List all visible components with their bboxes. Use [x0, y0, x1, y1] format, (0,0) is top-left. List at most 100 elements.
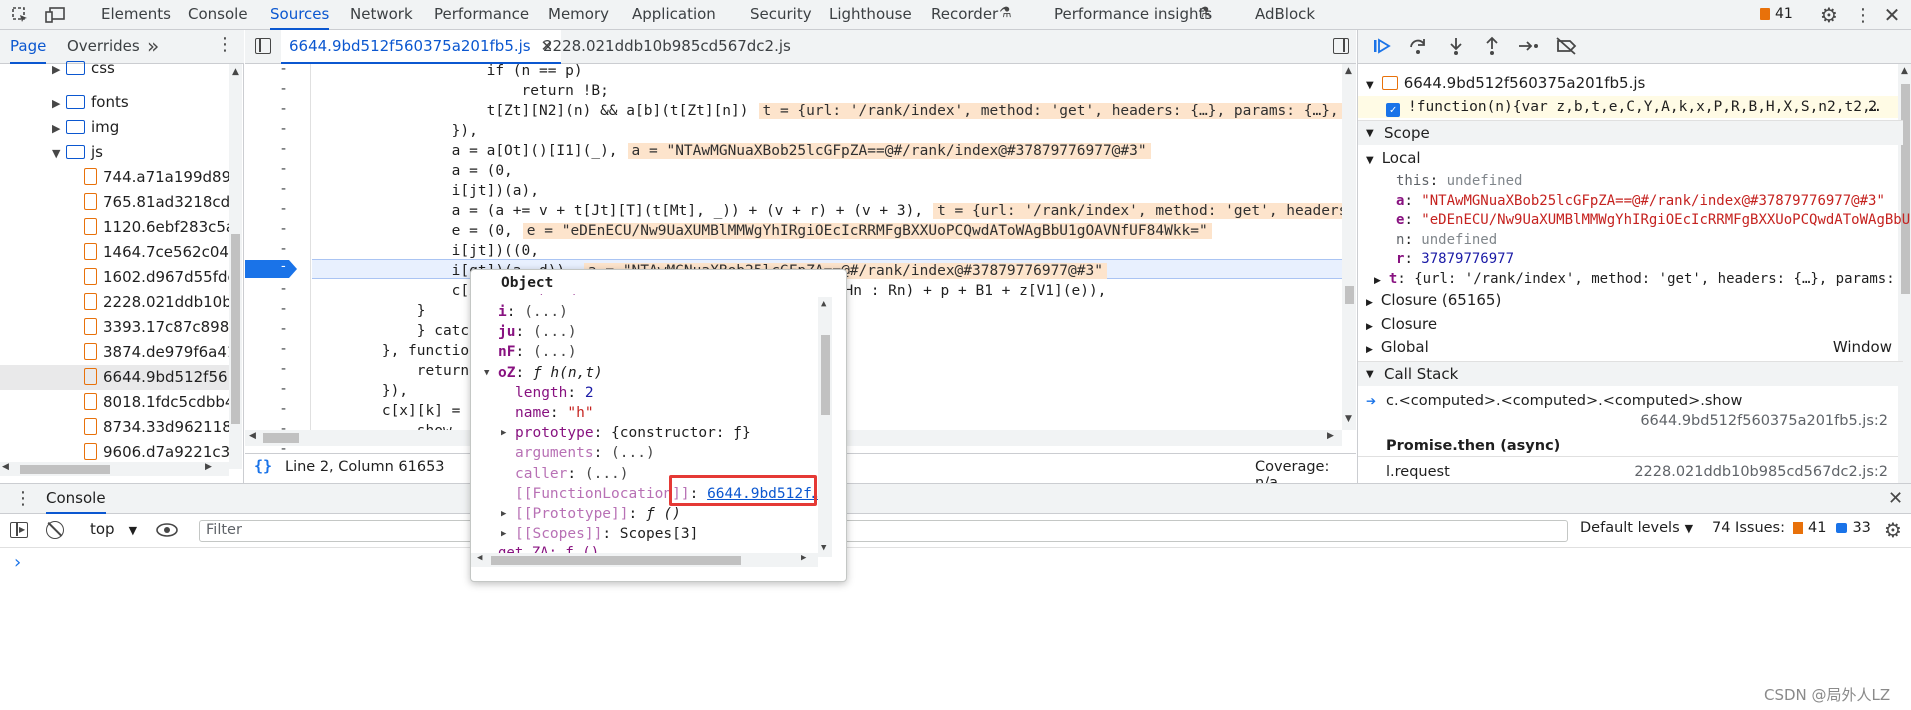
toggle-debugger-icon[interactable] — [1333, 38, 1349, 54]
folder-js[interactable]: ▼ js — [52, 140, 103, 165]
line-number[interactable]: - — [281, 201, 286, 217]
tab-page[interactable]: Page — [10, 30, 47, 64]
editor-vscrollbar[interactable]: ▲ ▼ — [1342, 64, 1356, 430]
line-gutter[interactable]: -------------------- — [245, 61, 311, 457]
object-property[interactable]: ▶ prototype: {constructor: ƒ} — [501, 423, 751, 443]
close-drawer-icon[interactable]: ✕ — [1888, 488, 1903, 509]
object-property[interactable]: name: "h" — [515, 403, 594, 423]
file-item[interactable]: 3874.de979f6a41 — [0, 340, 229, 365]
folder-img[interactable]: ▶ img — [52, 115, 119, 140]
navigator-menu-icon[interactable]: ⋮ — [216, 34, 234, 55]
editor-tab[interactable]: 2228.021ddb10b985cd567dc2.js — [535, 30, 799, 64]
file-item[interactable]: 8018.1fdc5cdbb4 — [0, 390, 229, 415]
live-expression-eye-icon[interactable] — [156, 522, 178, 542]
tab-security[interactable]: Security — [750, 0, 812, 30]
file-item[interactable]: 1464.7ce562c04c — [0, 240, 229, 265]
file-item[interactable]: 1120.6ebf283c5a — [0, 215, 229, 240]
line-number[interactable]: - — [281, 161, 286, 177]
popover-hscrollbar[interactable]: ◀ ▶ — [471, 553, 818, 567]
popover-vscrollbar[interactable]: ▲ ▼ — [818, 297, 832, 557]
drawer-menu-icon[interactable]: ⋮ — [14, 488, 32, 509]
line-number[interactable]: - — [281, 181, 286, 197]
line-number[interactable]: - — [281, 141, 286, 157]
breakpoint-checkbox[interactable]: ✓ — [1386, 103, 1400, 117]
file-item[interactable]: 3393.17c87c8983 — [0, 315, 229, 340]
navigator-scrollbar[interactable]: ▲ — [229, 64, 242, 469]
code-line[interactable]: } — [312, 301, 426, 321]
context-selector[interactable]: top ▼ — [90, 520, 137, 538]
code-line[interactable]: a = (0, — [312, 161, 513, 181]
object-property[interactable]: ju: (...) — [498, 322, 577, 342]
file-item[interactable]: 1602.d967d55fdc — [0, 265, 229, 290]
line-number[interactable]: - — [281, 101, 286, 117]
scope-closure-row[interactable]: ▶ Global Window — [1366, 336, 1896, 358]
editor-tab-active[interactable]: 6644.9bd512f560375a201fb5.js ✕ — [281, 30, 562, 64]
line-number[interactable]: - — [281, 381, 286, 397]
code-line[interactable]: show — [312, 421, 452, 430]
close-devtools-icon[interactable]: ✕ — [1882, 3, 1902, 27]
step-into-icon[interactable] — [1446, 36, 1466, 60]
object-property[interactable]: ▶ [[Scopes]]: Scopes[3] — [501, 524, 698, 544]
tab-adblock[interactable]: AdBlock — [1255, 0, 1315, 30]
more-options-icon[interactable]: ⋮ — [1854, 4, 1872, 26]
issues-counter[interactable]: 41 — [1760, 6, 1793, 22]
file-item[interactable]: 744.a71a199d897 — [0, 165, 229, 190]
tab-console[interactable]: Console — [46, 484, 106, 514]
object-property[interactable]: length: 2 — [515, 383, 594, 403]
line-number[interactable]: - — [281, 401, 286, 417]
object-property[interactable]: caller: (...) — [515, 464, 629, 484]
object-property[interactable]: ▼ oZ: ƒ h(n,t) — [484, 363, 603, 383]
inspect-element-icon[interactable] — [10, 5, 30, 25]
tab-performance-insights[interactable]: Performance insights — [1054, 0, 1212, 30]
line-number[interactable]: - — [281, 121, 286, 137]
console-issues-counter[interactable]: 74 Issues: 41 33 — [1712, 520, 1871, 536]
breakpoint-file-row[interactable]: ▼ 6644.9bd512f560375a201fb5.js — [1366, 72, 1645, 94]
folder-css[interactable]: ▶ css — [52, 56, 115, 81]
clear-console-icon[interactable] — [46, 521, 64, 539]
object-property[interactable]: arguments: (...) — [515, 443, 655, 463]
code-line[interactable]: a = (a += v + t[Jt][T](t[Mt], _)) + (v +… — [312, 201, 1342, 221]
device-toolbar-icon[interactable] — [44, 5, 66, 25]
code-line[interactable]: if (n == p) — [312, 64, 583, 81]
code-line[interactable]: i[jt])((0, — [312, 241, 539, 261]
line-number[interactable]: - — [281, 301, 286, 317]
navigator-hscrollbar[interactable]: ◀ ▶ — [0, 462, 229, 476]
console-settings-gear-icon[interactable]: ⚙ — [1882, 518, 1904, 542]
file-item[interactable]: 6644.9bd512f56 — [0, 365, 229, 390]
scope-closure-row[interactable]: ▶ Closure (65165) — [1366, 289, 1896, 311]
step-icon[interactable] — [1518, 36, 1540, 60]
resume-icon[interactable] — [1372, 36, 1392, 60]
show-sidebar-icon[interactable]: ▶ — [10, 522, 28, 538]
object-property[interactable]: ▶ [[Prototype]]: ƒ () — [501, 504, 681, 524]
tab-network[interactable]: Network — [350, 0, 413, 30]
console-prompt[interactable]: › — [14, 552, 21, 573]
object-property[interactable]: i: (...) — [498, 302, 568, 322]
step-out-icon[interactable] — [1482, 36, 1502, 60]
file-item[interactable]: 2228.021ddb10b — [0, 290, 229, 315]
tab-sources[interactable]: Sources — [270, 0, 330, 30]
tab-console[interactable]: Console — [188, 0, 248, 30]
file-item[interactable]: 765.81ad3218cd — [0, 190, 229, 215]
local-scope-header[interactable]: ▼ Local — [1366, 147, 1421, 169]
object-property[interactable]: nF: (...) — [498, 342, 577, 362]
scope-section-header[interactable]: ▼ Scope — [1358, 120, 1903, 145]
breakpoint-row[interactable]: ✓ !function(n){var z,b,t,e,C,Y,A,k,x,P,R,… — [1358, 96, 1898, 118]
code-line[interactable]: t[Zt][N2](n) && a[b](t[Zt][n]) t = {url: … — [312, 101, 1342, 121]
code-line[interactable]: a = a[Ot]()[I1](_), a = "NTAwMGNuaXBob25l… — [312, 141, 1151, 161]
call-stack-section-header[interactable]: ▼ Call Stack — [1358, 361, 1903, 386]
step-over-icon[interactable] — [1408, 36, 1428, 60]
line-number[interactable]: - — [281, 241, 286, 257]
line-number[interactable]: - — [281, 361, 286, 377]
tab-recorder[interactable]: Recorder — [931, 0, 998, 30]
scope-variable[interactable]: ▶ t: {url: '/rank/index', method: 'get', … — [1374, 268, 1895, 290]
deactivate-breakpoints-icon[interactable] — [1555, 36, 1579, 60]
code-line[interactable]: e = (0, e = "eDEnECU/Nw9UaXUMBlMMWgYhIRgi… — [312, 221, 1212, 241]
line-number[interactable]: - — [281, 81, 286, 97]
pretty-print-icon[interactable]: {} — [254, 457, 272, 475]
scope-closure-row[interactable]: ▶ Closure — [1366, 313, 1896, 335]
folder-fonts[interactable]: ▶ fonts — [52, 90, 129, 115]
console-filter-input[interactable]: Filter — [199, 520, 1568, 542]
line-number[interactable]: - — [281, 221, 286, 237]
line-number[interactable]: - — [281, 281, 286, 297]
tab-application[interactable]: Application — [632, 0, 716, 30]
